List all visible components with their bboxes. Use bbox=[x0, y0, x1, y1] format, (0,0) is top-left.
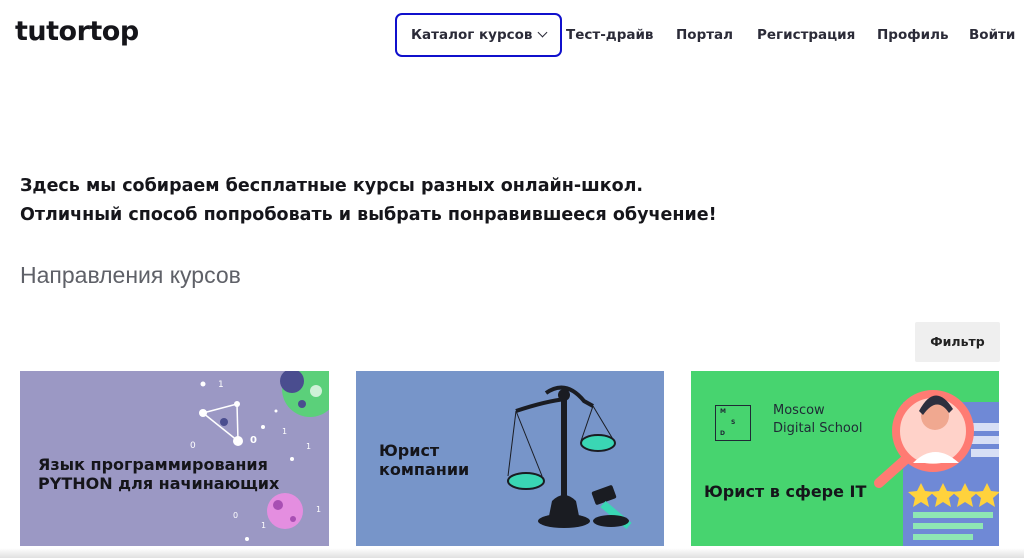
nav-item-portal[interactable]: Портал bbox=[676, 13, 733, 57]
main-nav: Каталог курсов Тест-драйв Портал Регистр… bbox=[395, 13, 1024, 57]
svg-text:1: 1 bbox=[316, 505, 321, 514]
page-bottom-shadow bbox=[0, 548, 1024, 558]
svg-text:1: 1 bbox=[282, 427, 287, 436]
chevron-down-icon bbox=[538, 27, 548, 38]
svg-text:0: 0 bbox=[233, 511, 238, 520]
svg-text:0: 0 bbox=[190, 441, 196, 451]
site-logo[interactable]: tutortop bbox=[15, 16, 139, 47]
svg-text:1: 1 bbox=[261, 521, 266, 530]
svg-text:1: 1 bbox=[218, 380, 224, 390]
nav-item-registration[interactable]: Регистрация bbox=[757, 13, 855, 57]
intro-text: Здесь мы собираем бесплатные курсы разны… bbox=[20, 172, 717, 230]
course-card-title: Юрист в сфере IT bbox=[704, 482, 867, 501]
course-card-lawyer-it[interactable]: M S D Moscow Digital School Юрист в сфер… bbox=[691, 371, 999, 546]
svg-text:0: 0 bbox=[250, 435, 257, 446]
section-title: Направления курсов bbox=[20, 262, 241, 288]
svg-text:1: 1 bbox=[306, 442, 311, 451]
nav-item-test-drive[interactable]: Тест-драйв bbox=[566, 13, 653, 57]
course-card-title: Язык программирования PYTHON для начинаю… bbox=[38, 455, 280, 493]
lawyer-it-illustration bbox=[874, 390, 999, 546]
intro-line-1: Здесь мы собираем бесплатные курсы разны… bbox=[20, 176, 644, 196]
nav-item-login[interactable]: Войти bbox=[969, 13, 1015, 57]
intro-line-2: Отличный способ попробовать и выбрать по… bbox=[20, 205, 717, 225]
nav-item-profile[interactable]: Профиль bbox=[877, 13, 949, 57]
nav-item-label: Каталог курсов bbox=[411, 27, 533, 43]
filter-button[interactable]: Фильтр bbox=[915, 322, 1000, 362]
course-card-python[interactable]: 1 0 0 1 1 0 1 1 Язык программирования PY… bbox=[20, 371, 329, 546]
nav-item-catalog[interactable]: Каталог курсов bbox=[395, 13, 563, 57]
course-card-lawyer[interactable]: Юрист компании bbox=[356, 371, 664, 546]
course-card-title: Юрист компании bbox=[379, 441, 470, 479]
